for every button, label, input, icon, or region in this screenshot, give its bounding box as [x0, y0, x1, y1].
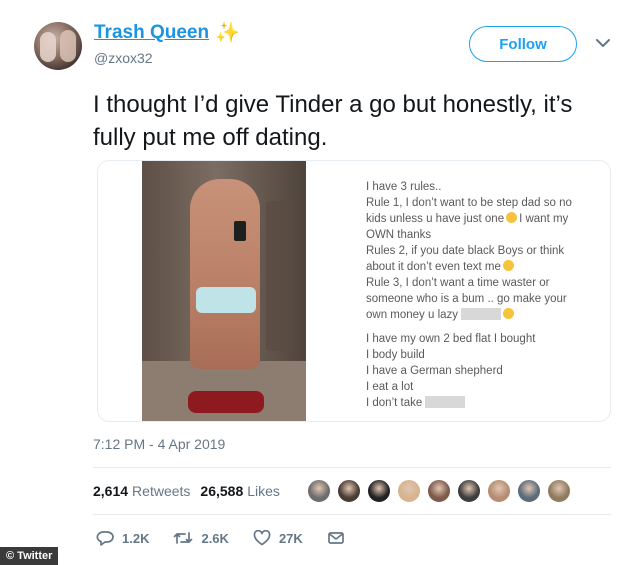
timestamp[interactable]: 7:12 PM - 4 Apr 2019	[93, 436, 225, 452]
media-line: Rule 3, I don’t want a time waster or	[366, 277, 550, 289]
retweet-icon	[174, 532, 193, 544]
media-line: Rule 1, I don’t want to be step dad so n…	[366, 197, 572, 209]
media-line: about it don’t even text me	[366, 259, 610, 275]
liker-avatar[interactable]	[486, 478, 512, 504]
photo-person	[190, 179, 260, 369]
watermark: © Twitter	[0, 547, 59, 565]
liker-avatars	[306, 478, 576, 504]
reply-button[interactable]: 1.2K	[96, 530, 149, 546]
tweet-text: I thought I’d give Tinder a go but hones…	[93, 91, 573, 151]
liker-avatar[interactable]	[396, 478, 422, 504]
tweet-media[interactable]: I have 3 rules.. Rule 1, I don’t want to…	[97, 160, 611, 422]
retweet-count: 2.6K	[201, 530, 229, 546]
tweet-stats: 2,614 Retweets 26,588 Likes	[93, 483, 290, 499]
likes-label: Likes	[247, 483, 280, 499]
display-name[interactable]: Trash Queen	[94, 22, 209, 44]
media-line-part: kids unless u have just one	[366, 213, 505, 225]
photo-briefs	[196, 287, 256, 313]
media-photo[interactable]	[142, 161, 306, 421]
reply-count: 1.2K	[122, 530, 150, 546]
liker-avatar[interactable]	[366, 478, 392, 504]
avatar[interactable]	[34, 22, 82, 70]
media-profile-text: I have 3 rules.. Rule 1, I don’t want to…	[366, 179, 610, 411]
retweets-stat[interactable]: 2,614 Retweets	[93, 483, 190, 499]
media-line: I have my own 2 bed flat I bought	[366, 333, 536, 345]
sparkles-icon: ✨	[215, 22, 241, 44]
tweet-actions: 1.2K 2.6K 27K	[96, 530, 377, 546]
photo-shower	[266, 201, 292, 351]
chevron-down-icon[interactable]	[594, 36, 612, 50]
redaction-box	[461, 308, 502, 320]
media-line: I eat a lot	[366, 381, 414, 393]
avatar-figure-right	[60, 30, 76, 62]
liker-avatar[interactable]	[336, 478, 362, 504]
reply-icon	[96, 531, 114, 546]
redaction-box	[425, 396, 466, 408]
photo-shorts	[188, 391, 264, 413]
avatar-figure-left	[40, 32, 56, 62]
liker-avatar[interactable]	[546, 478, 572, 504]
like-count: 27K	[278, 530, 303, 546]
media-line: Rules 2, if you date black Boys or think	[366, 245, 565, 257]
liker-avatar[interactable]	[516, 478, 542, 504]
tweet-card: Trash Queen ✨ @zxox32 Follow I thought I…	[0, 0, 634, 565]
likes-count: 26,588	[200, 483, 244, 499]
divider	[93, 514, 611, 515]
retweets-count: 2,614	[93, 483, 129, 499]
like-button[interactable]: 27K	[253, 530, 303, 546]
sunglasses-emoji-icon	[503, 308, 515, 319]
divider	[93, 467, 611, 468]
envelope-icon	[327, 532, 344, 544]
handle[interactable]: @zxox32	[94, 50, 153, 66]
liker-avatar[interactable]	[456, 478, 482, 504]
smiling-emoji-icon	[506, 212, 518, 223]
media-line: kids unless u have just one I want my	[366, 211, 610, 227]
photo-phone	[234, 221, 246, 241]
media-line-part: I want my	[519, 213, 569, 225]
media-line: own money u lazy	[366, 307, 610, 323]
direct-message-button[interactable]	[327, 530, 353, 546]
heart-icon	[253, 530, 271, 546]
media-line: I have 3 rules..	[366, 181, 442, 193]
smiling-emoji-icon	[502, 260, 514, 271]
liker-avatar[interactable]	[306, 478, 332, 504]
author-name-row: Trash Queen ✨	[94, 22, 240, 44]
media-line: someone who is a bum .. go make your	[366, 293, 567, 305]
liker-avatar[interactable]	[426, 478, 452, 504]
media-line: OWN thanks	[366, 229, 432, 241]
retweets-label: Retweets	[132, 483, 191, 499]
follow-button[interactable]: Follow	[469, 26, 577, 62]
media-line-part: about it don’t even text me	[366, 261, 501, 273]
likes-stat[interactable]: 26,588 Likes	[200, 483, 280, 499]
media-line-part: own money u lazy	[366, 309, 459, 321]
media-line-part: I don’t take	[366, 397, 423, 409]
media-line: I have a German shepherd	[366, 365, 503, 377]
media-line: I body build	[366, 349, 425, 361]
retweet-button[interactable]: 2.6K	[173, 530, 229, 546]
media-line: I don’t take	[366, 395, 610, 411]
